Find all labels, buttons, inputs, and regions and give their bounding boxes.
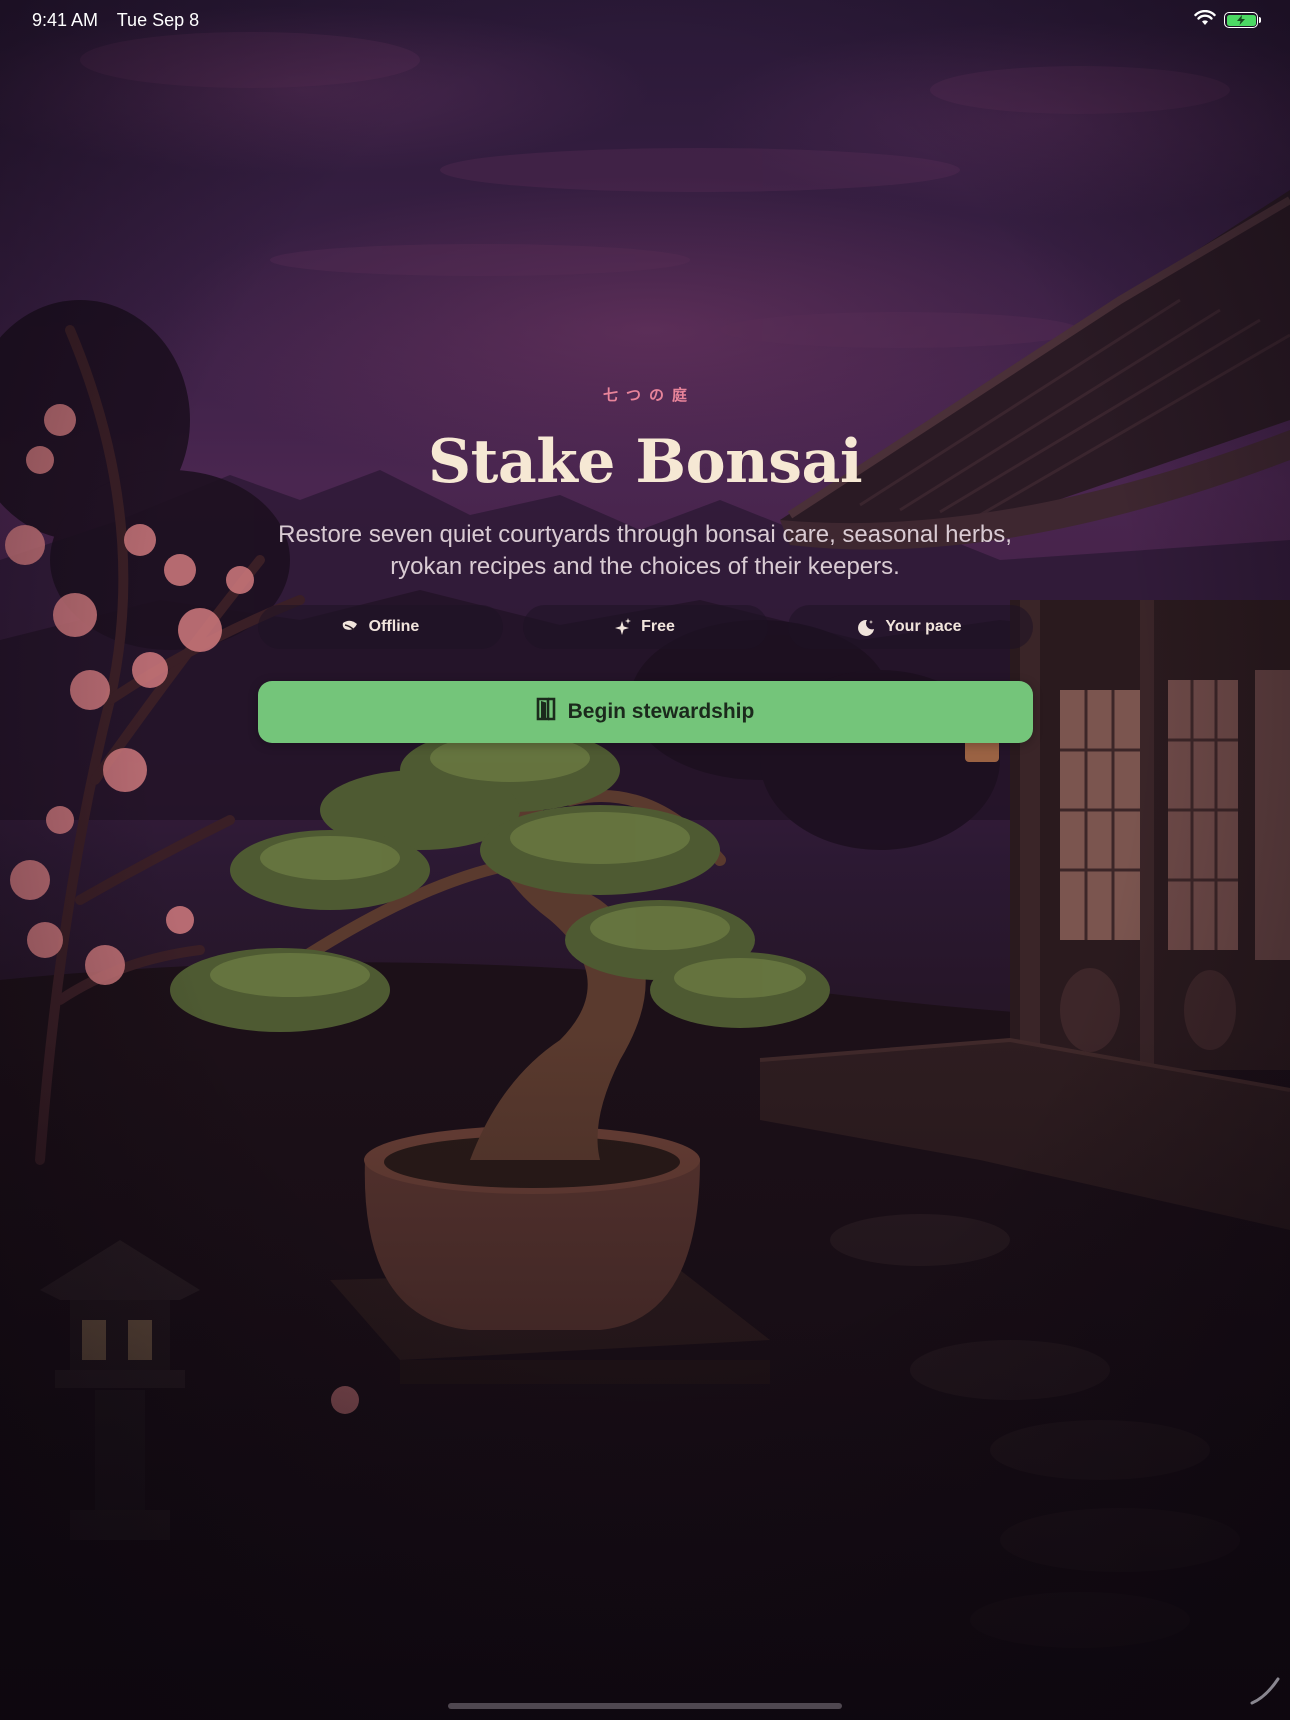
chip-your-pace: Your pace: [787, 605, 1033, 649]
chip-offline: Offline: [257, 605, 503, 649]
begin-stewardship-button[interactable]: Begin stewardship: [257, 681, 1033, 743]
begin-stewardship-label: Begin stewardship: [567, 700, 755, 723]
kicker-japanese: 七つの庭: [602, 386, 695, 404]
status-right: [1194, 9, 1261, 31]
hero-section: 七つの庭 Stake Bonsai Restore seven quiet co…: [0, 384, 1290, 743]
app-title: Stake Bonsai: [427, 427, 863, 497]
vignette-overlay: [0, 0, 1290, 1720]
chip-offline-label: Offline: [368, 618, 420, 635]
door-icon: [536, 697, 556, 727]
feature-chips: Offline Free Your pace: [257, 605, 1033, 649]
moon-icon: [858, 619, 875, 636]
status-date: Tue Sep 8: [116, 9, 200, 30]
status-left: 9:41 AM Tue Sep 8: [32, 10, 213, 31]
pencil-hover-icon: [1248, 1673, 1282, 1712]
chip-your-pace-label: Your pace: [885, 618, 962, 635]
chip-free: Free: [522, 605, 768, 649]
chip-free-label: Free: [641, 618, 675, 635]
wifi-icon: [1194, 9, 1216, 31]
app-subtitle: Restore seven quiet courtyards through b…: [278, 521, 1012, 580]
leaf-icon: [341, 619, 359, 635]
status-time: 9:41 AM: [32, 9, 99, 30]
battery-fill: [1226, 14, 1256, 26]
status-bar: 9:41 AM Tue Sep 8: [0, 0, 1290, 40]
background-illustration: [0, 0, 1290, 1720]
battery-charging-icon: [1224, 12, 1261, 28]
sparkle-icon: [615, 618, 632, 636]
home-indicator[interactable]: [448, 1703, 842, 1709]
